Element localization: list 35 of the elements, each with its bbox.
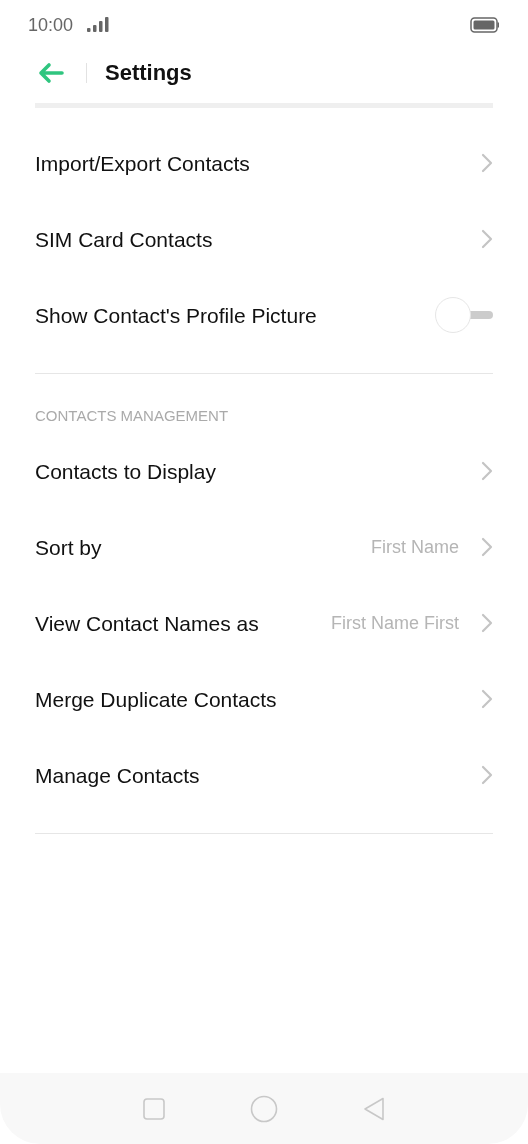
row-label: Merge Duplicate Contacts <box>35 686 278 713</box>
chevron-icon <box>481 229 493 249</box>
row-label: Import/Export Contacts <box>35 150 251 177</box>
settings-row[interactable]: Contacts to Display <box>0 433 528 509</box>
row-label: Contacts to Display <box>35 458 217 485</box>
toggle-switch[interactable] <box>435 297 493 333</box>
page-title: Settings <box>105 60 192 86</box>
recent-apps-icon[interactable] <box>142 1096 166 1121</box>
row-label: Manage Contacts <box>35 762 201 789</box>
row-label: Show Contact's Profile Picture <box>35 302 318 329</box>
back-button[interactable] <box>38 61 66 85</box>
signal-icon <box>87 17 110 33</box>
settings-row[interactable]: SIM Card Contacts <box>0 201 528 277</box>
settings-row[interactable]: Show Contact's Profile Picture <box>0 277 528 353</box>
row-value: First Name First <box>331 612 459 634</box>
row-label: Sort by <box>35 534 103 561</box>
home-icon[interactable] <box>250 1094 278 1123</box>
chevron-icon <box>481 613 493 633</box>
section-heading: CONTACTS MANAGEMENT <box>34 406 230 426</box>
chevron-icon <box>481 537 493 557</box>
battery-icon <box>470 17 500 33</box>
settings-row[interactable]: Sort by First Name <box>0 509 528 585</box>
settings-row[interactable]: Manage Contacts <box>0 737 528 813</box>
chevron-icon <box>481 765 493 785</box>
settings-row[interactable]: View Contact Names as First Name First <box>0 585 528 661</box>
status-time: 10:00 <box>28 14 74 36</box>
row-value: First Name <box>371 536 459 558</box>
back-icon[interactable] <box>362 1095 386 1122</box>
settings-row[interactable]: Import/Export Contacts <box>0 125 528 201</box>
settings-row[interactable]: Merge Duplicate Contacts <box>0 661 528 737</box>
chevron-icon <box>481 461 493 481</box>
row-label: SIM Card Contacts <box>35 226 214 253</box>
chevron-icon <box>481 689 493 709</box>
row-label: View Contact Names as <box>35 610 260 637</box>
chevron-icon <box>481 153 493 173</box>
